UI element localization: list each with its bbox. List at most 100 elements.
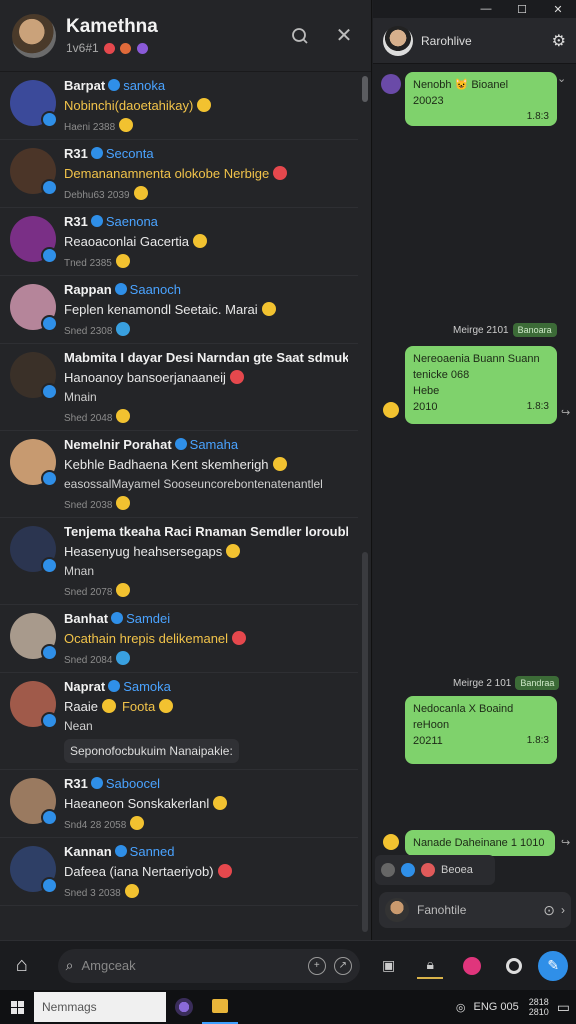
chat-preview: Reaoaconlai Gacertia [64, 234, 190, 249]
search-icon: ⌕ [65, 957, 74, 973]
chat-handle: Saboocel [105, 776, 161, 791]
scrollbar-track-highlight [362, 552, 368, 932]
record-icon[interactable] [501, 953, 527, 979]
taskbar-app-avatar[interactable] [166, 990, 202, 1024]
message-bubble[interactable]: Nereoaenia Buann Suann tenicke 068 Hebe … [405, 346, 557, 424]
chat-list-item[interactable]: Tenjema tkeaha Raci Rnaman Semdler lorou… [0, 518, 358, 605]
chat-avatar [10, 148, 58, 196]
clock[interactable]: 2818 2810 [529, 997, 549, 1018]
app-window: Kamethna 1v6#1 ✕ Barpat sanoka Nobinchi(da… [0, 0, 576, 1024]
sticker-icon[interactable]: + [307, 956, 326, 975]
chevron-down-icon[interactable]: ⌄ [557, 72, 566, 85]
scrollbar-thumb[interactable] [362, 76, 368, 102]
message-input[interactable]: Fanohtile ⊙ › [379, 892, 571, 928]
compose-button[interactable]: ✎ [538, 950, 569, 981]
chat-list-item[interactable]: R31 Saboocel Haeaneon Sonskakerlanl Snd4 28… [0, 770, 358, 838]
forward-icon[interactable]: ↪ [561, 836, 570, 849]
chat-handle: Samaha [189, 437, 239, 452]
bottom-app-bar: ⌂ ⌕ Amgceak + ↗ ▣ 🔒︎ ✎ [0, 940, 576, 990]
chat-list: Barpat sanoka Nobinchi(daoetahikay) Haeni 2… [0, 72, 358, 940]
message-bubble[interactable]: Nanade Daheinane 1 1010 [405, 830, 555, 856]
chat-handle: Sanned [129, 844, 175, 859]
chat-preview: Haeaneon Sonskakerlanl [64, 796, 210, 811]
minimize-button[interactable]: — [468, 3, 504, 15]
gallery-icon[interactable]: ▣ [376, 953, 402, 979]
chat-list-item[interactable]: Rappan Saanoch Feplen kenamondl Seetaic. M… [0, 276, 358, 344]
forward-icon[interactable]: ↪ [561, 406, 570, 419]
verified-badge-icon [114, 283, 127, 295]
chat-avatar [10, 681, 58, 729]
chat-name: Banhat [64, 611, 109, 626]
emoji-icon [115, 254, 130, 268]
sender-avatar [381, 74, 401, 94]
chat-name: Nemelnir Porahat [64, 437, 172, 452]
chat-list-item[interactable]: Naprat Samoka Raaie Foota Nean Seponofocbukui… [0, 673, 358, 770]
close-icon[interactable]: ✕ [329, 21, 359, 51]
chat-timestamp: Sned 2084 [64, 655, 113, 666]
chat-list-item[interactable]: R31 Seconta Demananamnenta olokobe Nerbige… [0, 140, 358, 208]
quoted-message[interactable]: Seponofocbukuim Nanaipakie: [64, 739, 239, 763]
chat-timestamp: Sned 2038 [64, 500, 113, 511]
chat-list-scrollbar[interactable] [362, 72, 368, 932]
chat-preview: Hanoanoy bansoerjanaaneij [64, 370, 226, 385]
like-icon[interactable] [401, 863, 415, 877]
message-bubble[interactable]: Nenobh 😺 Bioanel 20023 1.8:3 [405, 72, 557, 126]
contact-avatar[interactable] [383, 25, 413, 56]
maximize-button[interactable]: ☐ [504, 3, 540, 16]
conversation-header: Rarohlive ⚙ [373, 18, 576, 64]
windows-start-icon[interactable] [0, 1000, 34, 1014]
reply-icon[interactable] [381, 863, 395, 877]
chat-list-item[interactable]: Nemelnir Porahat Samaha Kebhle Badhaena Ke… [0, 431, 358, 518]
chat-preview-line2: easossalMayamel Sooseuncorebontenatenant… [64, 477, 323, 491]
emoji-icon [130, 816, 145, 830]
emoji-reaction-icon[interactable] [383, 402, 399, 418]
home-icon[interactable]: ⌂ [8, 952, 36, 980]
chat-avatar [10, 352, 58, 400]
system-tray: ◎ ENG 005 2818 2810 ▭ [448, 997, 576, 1018]
chat-name: Tenjema tkeaha Raci Rnaman Semdler lorou… [64, 524, 348, 539]
reaction-bar[interactable]: Beoea [375, 855, 495, 885]
music-icon[interactable] [459, 953, 485, 979]
chat-handle: sanoka [123, 78, 166, 93]
gear-icon[interactable]: ⚙ [552, 31, 566, 51]
chat-timestamp: Sned 2078 [64, 587, 113, 598]
clock-icon[interactable]: ⊙ [543, 902, 555, 919]
chat-list-item[interactable]: Barpat sanoka Nobinchi(daoetahikay) Haeni 2… [0, 72, 358, 140]
chat-timestamp: Tned 2385 [64, 258, 112, 269]
camera-icon[interactable]: ◎ [456, 1001, 466, 1014]
chat-list-item[interactable]: R31 Saenona Reaoaconlai Gacertia Tned 2385 [0, 208, 358, 276]
emoji-icon [133, 186, 148, 200]
chat-name: Kannan [64, 844, 112, 859]
contact-name: Rarohlive [421, 33, 472, 48]
emoji-icon [229, 370, 244, 384]
lock-icon[interactable]: 🔒︎ [417, 953, 444, 979]
message-time: 1.8:3 [526, 734, 549, 746]
chat-list-item[interactable]: Kannan Sanned Dafeea (iana Nertaeriyob) Sne… [0, 838, 358, 906]
chevron-right-icon[interactable]: › [561, 903, 565, 917]
conversation-pane: — ☐ ✕ Rarohlive ⚙ Nenobh 😺 Bioanel 20023… [373, 0, 576, 990]
send-icon[interactable]: ↗ [333, 956, 352, 975]
chat-preview-extra: Foota [121, 699, 156, 714]
emoji-icon [272, 457, 287, 471]
search-input[interactable]: ⌕ Amgceak + ↗ [57, 948, 360, 983]
message-bubble[interactable]: Nedocanla X Boaind reHoon 20211 1.8:3 [405, 696, 557, 764]
profile-avatar[interactable] [12, 13, 56, 58]
chat-list-item[interactable]: Banhat Samdei Ocathain hrepis delikemanel S… [0, 605, 358, 673]
chat-avatar [10, 526, 58, 574]
chat-preview: Ocathain hrepis delikemanel [64, 631, 229, 646]
search-refresh-icon[interactable] [285, 21, 315, 51]
taskbar-search[interactable]: Nemmags [34, 992, 166, 1022]
chat-list-item[interactable]: Mabmita I dayar Desi Narndan gte Saat sd… [0, 344, 358, 431]
chat-preview: Nobinchi(daoetahikay) [64, 98, 194, 113]
chat-name: Naprat [64, 679, 106, 694]
notifications-icon[interactable]: ▭ [557, 999, 570, 1016]
heart-icon[interactable] [421, 863, 435, 877]
message-input-placeholder: Fanohtile [417, 903, 467, 917]
taskbar-app-folder[interactable] [202, 990, 238, 1024]
emoji-icon [119, 118, 134, 132]
emoji-reaction-icon[interactable] [383, 834, 399, 850]
chat-timestamp: Debhu63 2039 [64, 190, 130, 201]
window-close-button[interactable]: ✕ [540, 3, 576, 16]
emoji-icon [226, 544, 241, 558]
verified-badge-icon [90, 147, 103, 159]
